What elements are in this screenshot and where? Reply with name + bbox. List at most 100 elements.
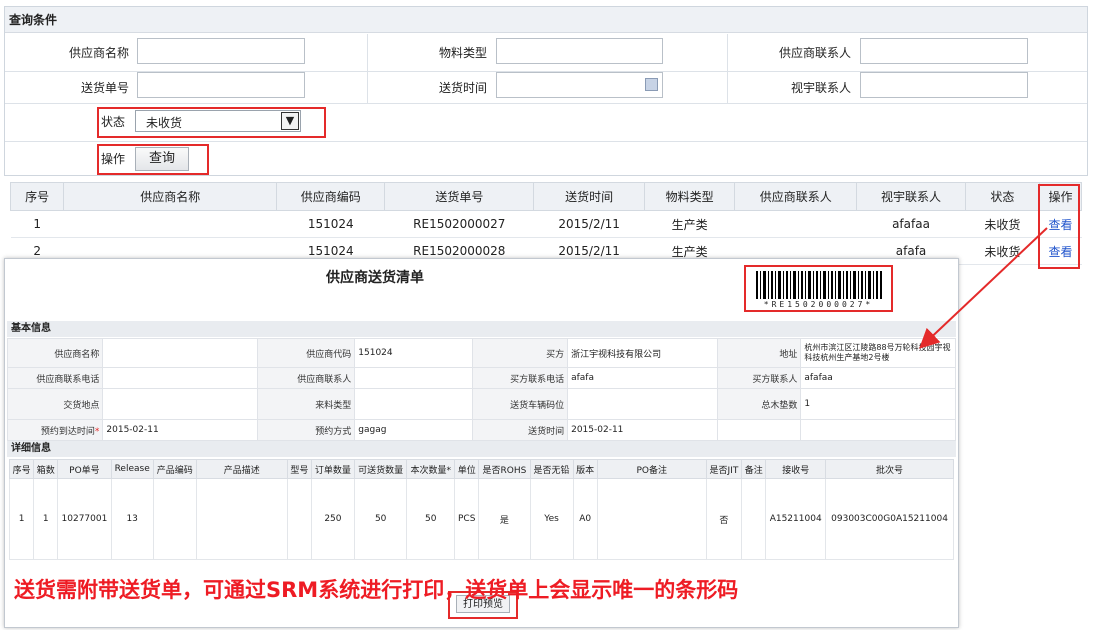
supplier-name-value xyxy=(102,338,258,368)
address-label: 地址 xyxy=(716,338,802,368)
material-type-value xyxy=(354,388,473,420)
col-header-supplier-name: 供应商名称 xyxy=(63,182,278,211)
detail-cell xyxy=(152,478,197,560)
col-header-delivery-time: 送货时间 xyxy=(533,182,646,211)
arrival-time-label: 预约到达时间* xyxy=(6,419,104,441)
supplier-name-label: 供应商名称 xyxy=(6,338,104,368)
detail-cell: 是 xyxy=(478,478,531,560)
supplier-phone-label: 供应商联系电话 xyxy=(6,367,104,389)
detail-col-header: 箱数 xyxy=(33,459,59,479)
detail-table: 序号 箱数 PO单号 Release 产品编码 产品描述 型号 订单数量 可送货… xyxy=(8,459,954,560)
detail-cell: 50 xyxy=(353,478,408,560)
detail-col-header: 序号 xyxy=(8,459,35,479)
material-type-label: 物料类型 xyxy=(438,46,487,60)
basic-info-table: 供应商名称 供应商代码 151024 买方 浙江宇视科技有限公司 地址 杭州市滨… xyxy=(6,338,956,441)
supplier-phone-value xyxy=(102,367,258,389)
detail-cell: 50 xyxy=(406,478,456,560)
buyer-contact-label: 买方联系人 xyxy=(716,367,802,389)
delivery-time-input[interactable] xyxy=(496,72,663,98)
shiyu-contact-label: 视宇联系人 xyxy=(790,81,851,95)
detail-cell: 否 xyxy=(705,478,743,560)
material-type-label: 来料类型 xyxy=(256,388,356,420)
col-header-status: 状态 xyxy=(964,182,1041,211)
delivery-time-label: 送货时间 xyxy=(471,419,569,441)
supplier-contact-label: 供应商联系人 xyxy=(256,367,356,389)
cell-status: 未收货 xyxy=(965,237,1040,265)
supplier-name-input[interactable] xyxy=(137,38,305,64)
detail-cell: 1 xyxy=(33,478,59,560)
delivery-no-label: 送货单号 xyxy=(80,81,129,95)
supplier-contact-label: 供应商联系人 xyxy=(778,46,851,60)
delivery-place-label: 交货地点 xyxy=(6,388,104,420)
detail-col-header: 型号 xyxy=(286,459,312,479)
col-header-no: 序号 xyxy=(9,182,65,211)
detail-cell: A0 xyxy=(572,478,598,560)
detail-cell xyxy=(741,478,767,560)
supplier-contact-input[interactable] xyxy=(860,38,1028,64)
chevron-down-icon[interactable]: ▼ xyxy=(281,112,299,130)
cell-material-type: 生产类 xyxy=(644,210,735,238)
calendar-icon[interactable] xyxy=(645,78,658,91)
detail-cell: 093003C00G0A15211004 xyxy=(825,478,954,560)
barcode-image xyxy=(756,271,882,299)
cell-delivery-time: 2015/2/11 xyxy=(533,210,645,238)
table-header-row: 序号 供应商名称 供应商编码 送货单号 送货时间 物料类型 供应商联系人 视宇联… xyxy=(9,182,1082,211)
detail-col-header: PO单号 xyxy=(57,459,112,479)
annotation-text: 送货需附带送货单，可通过SRM系统进行打印，送货单上会显示唯一的条形码 xyxy=(14,578,739,602)
action-label: 操作 xyxy=(101,152,126,166)
detail-col-header: 产品编码 xyxy=(152,459,197,479)
print-preview-dialog: 供应商送货清单 *RE1502000027* 基本信息 供应商名称 供应商代码 … xyxy=(4,258,959,628)
vehicle-value xyxy=(567,388,718,420)
col-header-material-type: 物料类型 xyxy=(644,182,735,211)
view-highlight-box xyxy=(1038,184,1080,269)
detail-cell: 13 xyxy=(110,478,154,560)
detail-col-header: 版本 xyxy=(572,459,598,479)
query-row-action: 操作 查询 xyxy=(5,142,1087,176)
cell-shiyu-contact: afafaa xyxy=(856,210,966,238)
search-button[interactable]: 查询 xyxy=(135,147,189,171)
delivery-list-table: 序号 供应商名称 供应商编码 送货单号 送货时间 物料类型 供应商联系人 视宇联… xyxy=(9,182,1082,265)
col-header-shiyu-contact: 视宇联系人 xyxy=(856,182,966,211)
delivery-no-input[interactable] xyxy=(137,72,305,98)
barcode-highlight-box: *RE1502000027* xyxy=(744,265,893,312)
cell-no: 1 xyxy=(10,210,64,238)
detail-col-header: 是否JIT xyxy=(705,459,743,479)
detail-col-header: 可送货数量 xyxy=(353,459,408,479)
total-pallets-label: 总木垫数 xyxy=(716,388,802,420)
col-header-supplier-code: 供应商编码 xyxy=(276,182,386,211)
buyer-value: 浙江宇视科技有限公司 xyxy=(567,338,718,368)
status-select[interactable]: 未收货 ▼ xyxy=(135,110,301,132)
arrival-time-value: 2015-02-11 xyxy=(102,419,258,441)
cell-supplier-contact xyxy=(734,210,857,238)
material-type-input[interactable] xyxy=(496,38,663,64)
cell-delivery-no: RE1502000027 xyxy=(384,210,534,238)
buyer-label: 买方 xyxy=(471,338,569,368)
cell-status: 未收货 xyxy=(965,210,1040,238)
method-label: 预约方式 xyxy=(256,419,356,441)
detail-col-header: 订单数量 xyxy=(310,459,355,479)
total-pallets-value: 1 xyxy=(800,388,956,420)
cell-supplier-name xyxy=(63,210,277,238)
detail-col-header: 批次号 xyxy=(825,459,954,479)
detail-col-header: 产品描述 xyxy=(195,459,288,479)
buyer-phone-value: afafa xyxy=(567,367,718,389)
empty-cell xyxy=(800,419,956,441)
query-row-2: 送货单号 送货时间 视宇联系人 xyxy=(5,72,1087,104)
buyer-contact-value: afafaa xyxy=(800,367,956,389)
delivery-time-value: 2015-02-11 xyxy=(567,419,718,441)
status-label: 状态 xyxy=(101,115,126,129)
supplier-name-label: 供应商名称 xyxy=(68,46,129,60)
query-row-status: 状态 未收货 ▼ xyxy=(5,104,1087,142)
delivery-place-value xyxy=(102,388,258,420)
detail-cell xyxy=(195,478,288,560)
supplier-contact-value xyxy=(354,367,473,389)
detail-col-header: 本次数量* xyxy=(406,459,456,479)
detail-col-header: 是否ROHS xyxy=(478,459,531,479)
col-header-supplier-contact: 供应商联系人 xyxy=(733,182,858,211)
detail-cell xyxy=(596,478,707,560)
query-panel: 查询条件 供应商名称 物料类型 供应商联系人 送货单号 送货时间 视宇联系人 状… xyxy=(4,6,1088,176)
detail-info-header: 详细信息 xyxy=(7,441,956,457)
detail-col-header: 备注 xyxy=(741,459,767,479)
detail-col-header: Release xyxy=(110,459,154,479)
shiyu-contact-input[interactable] xyxy=(860,72,1028,98)
